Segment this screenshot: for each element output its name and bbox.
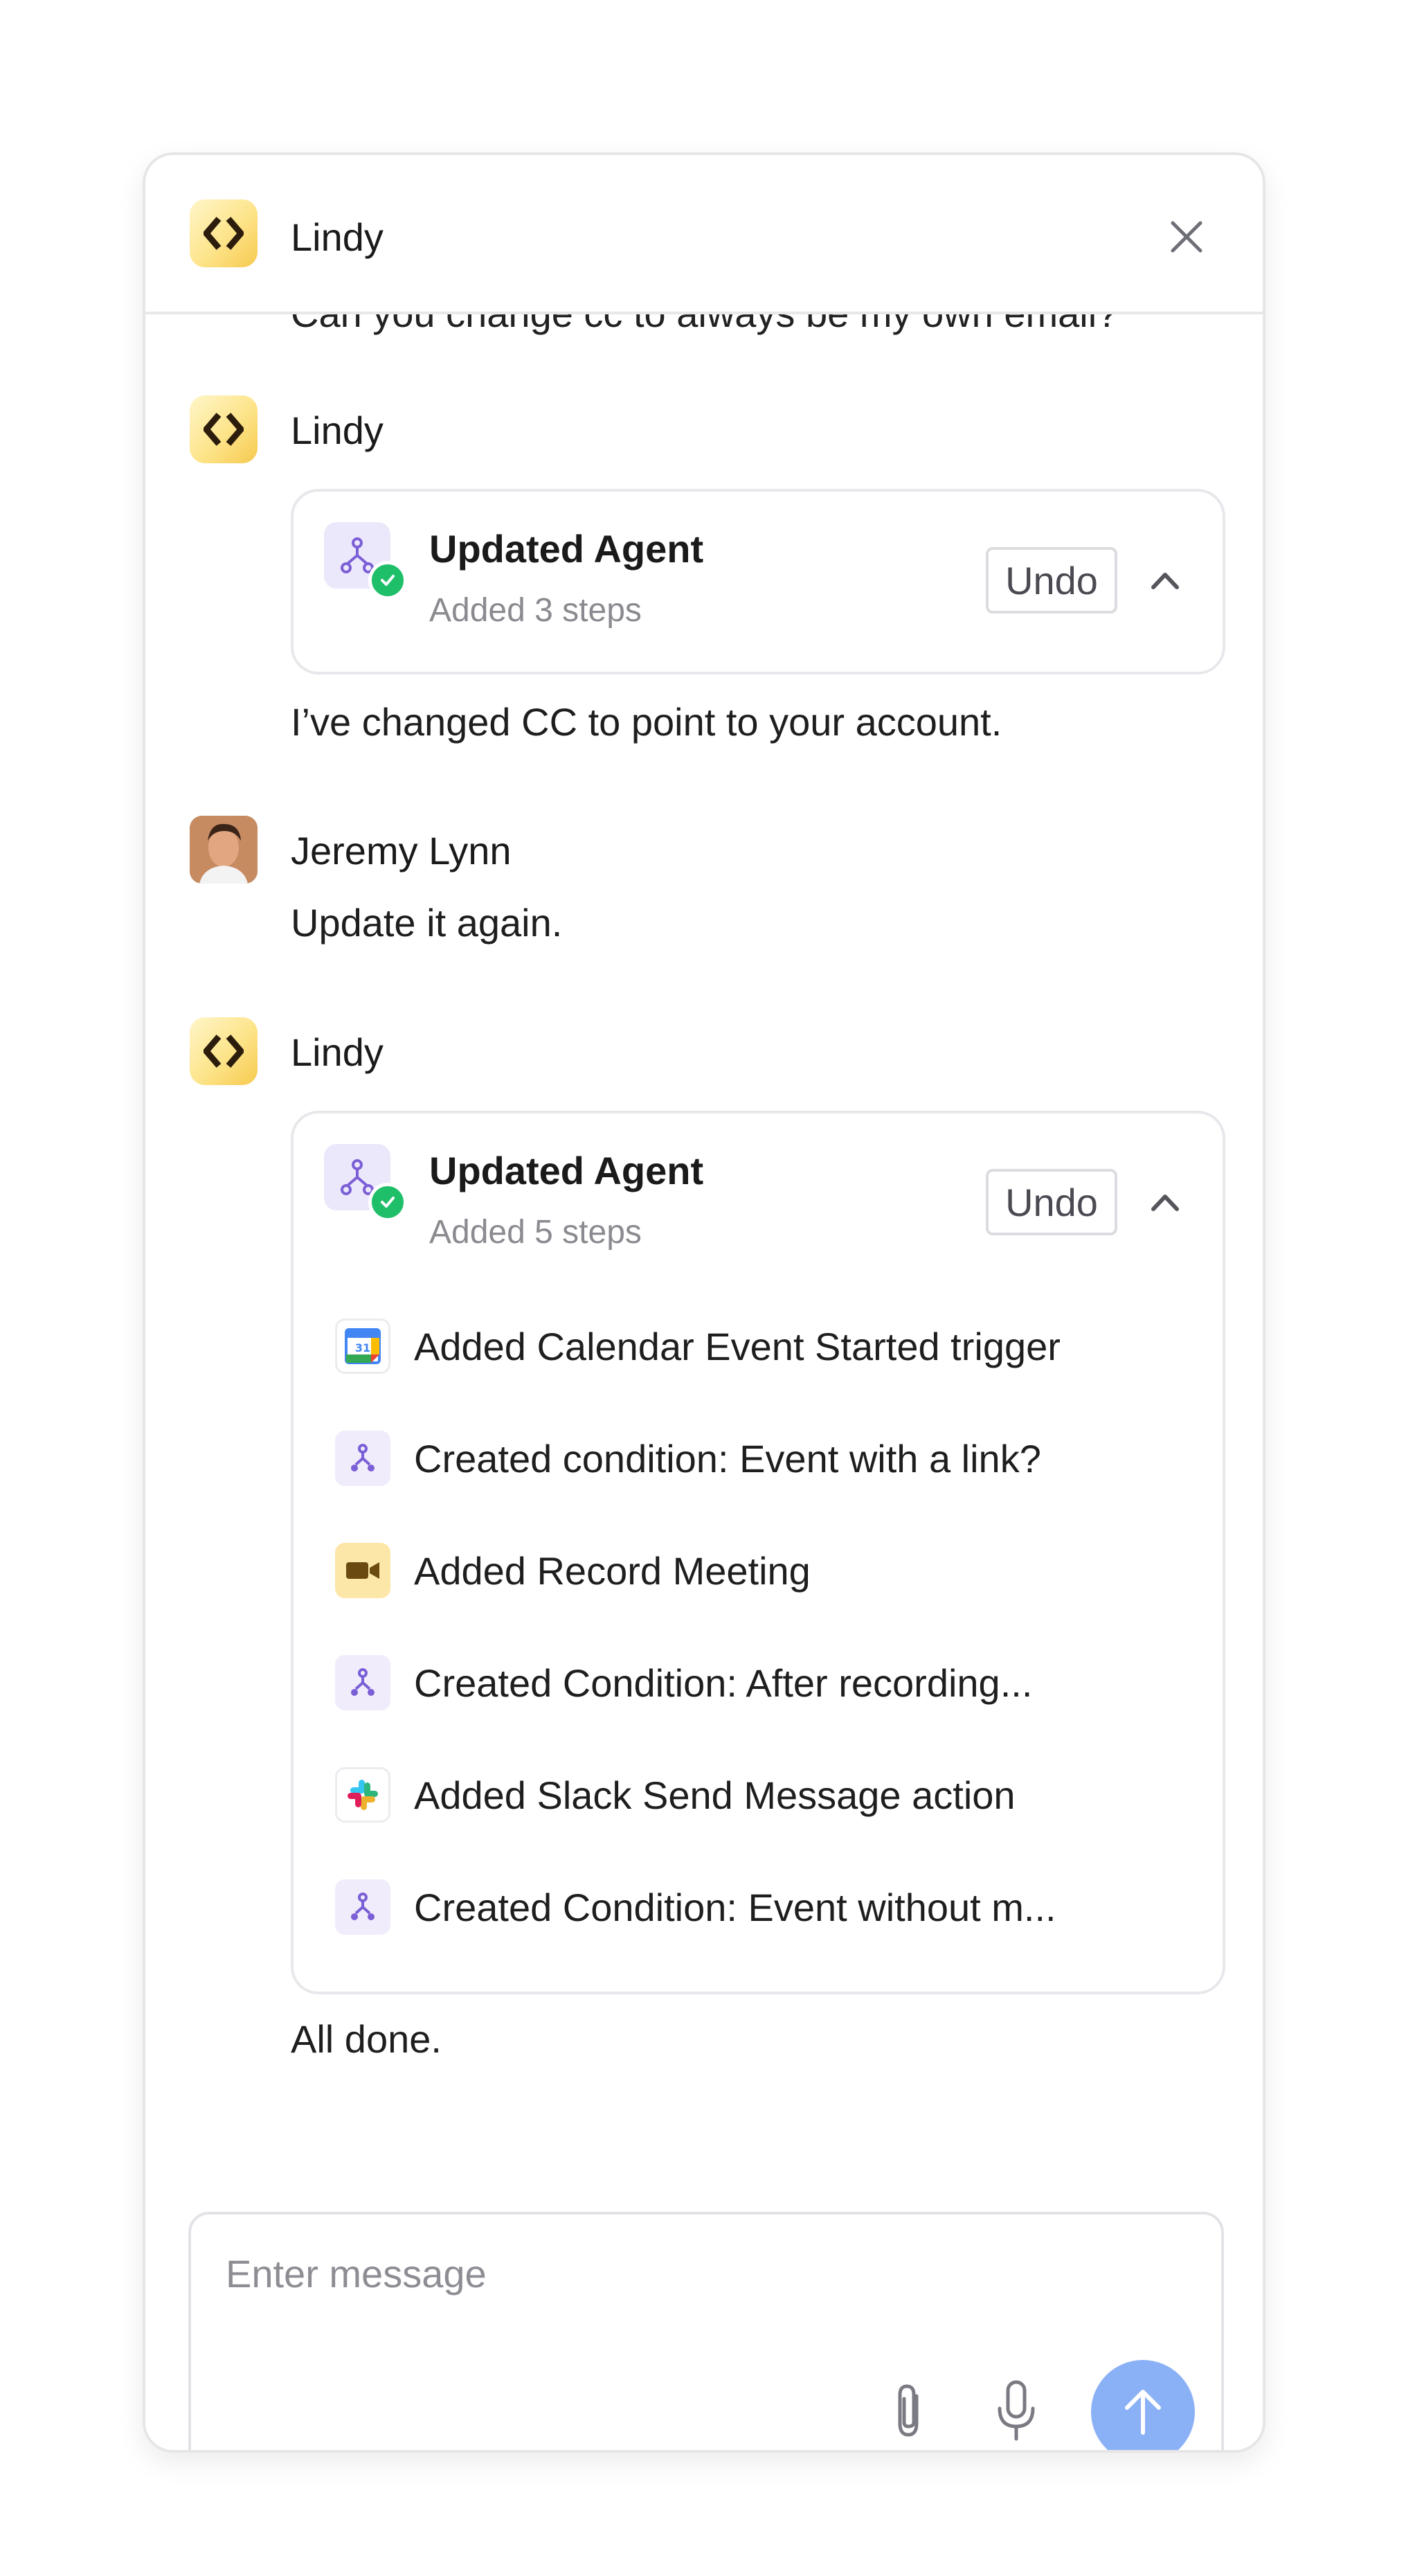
header-title: Lindy <box>291 215 384 259</box>
card-subtitle: Added 3 steps <box>429 592 642 629</box>
arrow-up-icon <box>1125 2390 1161 2435</box>
step-item: Added Record Meeting <box>335 1536 811 1605</box>
updated-agent-card: Updated Agent Added 3 steps Undo <box>291 489 1225 674</box>
chat-panel: Can you change cc to always be my own em… <box>143 152 1265 2453</box>
chevron-up-icon[interactable] <box>1148 1190 1182 1215</box>
card-title: Updated Agent <box>429 1149 704 1192</box>
send-button[interactable] <box>1091 2360 1195 2450</box>
updated-agent-card-expanded: Updated Agent Added 5 steps Undo 31 Adde… <box>291 1111 1225 1994</box>
step-label: Added Record Meeting <box>414 1548 811 1593</box>
step-label: Added Calendar Event Started trigger <box>414 1324 1061 1368</box>
success-check-icon <box>368 1183 407 1222</box>
step-label: Created condition: Event with a link? <box>414 1436 1041 1481</box>
chevron-up-icon[interactable] <box>1148 568 1182 593</box>
card-title: Updated Agent <box>429 527 704 571</box>
sender-name: Lindy <box>291 409 384 452</box>
card-subtitle: Added 5 steps <box>429 1214 642 1251</box>
assistant-message: All done. <box>291 2017 442 2061</box>
step-item: Created Condition: Event without m... <box>335 1872 1056 1942</box>
lindy-logo-icon <box>190 199 258 267</box>
message-composer <box>188 2212 1224 2450</box>
svg-text:31: 31 <box>355 1341 370 1354</box>
undo-button[interactable]: Undo <box>986 1169 1117 1235</box>
google-calendar-icon: 31 <box>335 1318 390 1374</box>
step-item: 31 Added Calendar Event Started trigger <box>335 1312 1061 1381</box>
step-item: Added Slack Send Message action <box>335 1760 1016 1830</box>
user-avatar <box>190 816 258 884</box>
close-icon[interactable] <box>1166 216 1207 258</box>
condition-icon <box>335 1655 390 1710</box>
undo-button[interactable]: Undo <box>986 547 1117 614</box>
success-check-icon <box>368 561 407 600</box>
sender-name: Jeremy Lynn <box>291 829 512 873</box>
paperclip-icon[interactable] <box>886 2381 935 2443</box>
step-item: Created Condition: After recording... <box>335 1648 1032 1717</box>
slack-icon <box>335 1767 390 1823</box>
step-label: Created Condition: After recording... <box>414 1661 1033 1705</box>
step-item: Created condition: Event with a link? <box>335 1424 1041 1493</box>
user-message: Update it again. <box>291 901 563 945</box>
record-meeting-icon <box>335 1543 390 1598</box>
microphone-icon[interactable] <box>994 2378 1038 2444</box>
step-label: Created Condition: Event without m... <box>414 1885 1056 1929</box>
lindy-avatar-icon <box>190 1017 258 1085</box>
step-label: Added Slack Send Message action <box>414 1773 1016 1817</box>
message-input[interactable] <box>224 2245 1127 2302</box>
sender-name: Lindy <box>291 1030 384 1074</box>
lindy-avatar-icon <box>190 395 258 463</box>
chat-header: Lindy <box>145 155 1263 314</box>
condition-icon <box>335 1431 390 1486</box>
condition-icon <box>335 1879 390 1935</box>
assistant-message: I’ve changed CC to point to your account… <box>291 700 1002 744</box>
